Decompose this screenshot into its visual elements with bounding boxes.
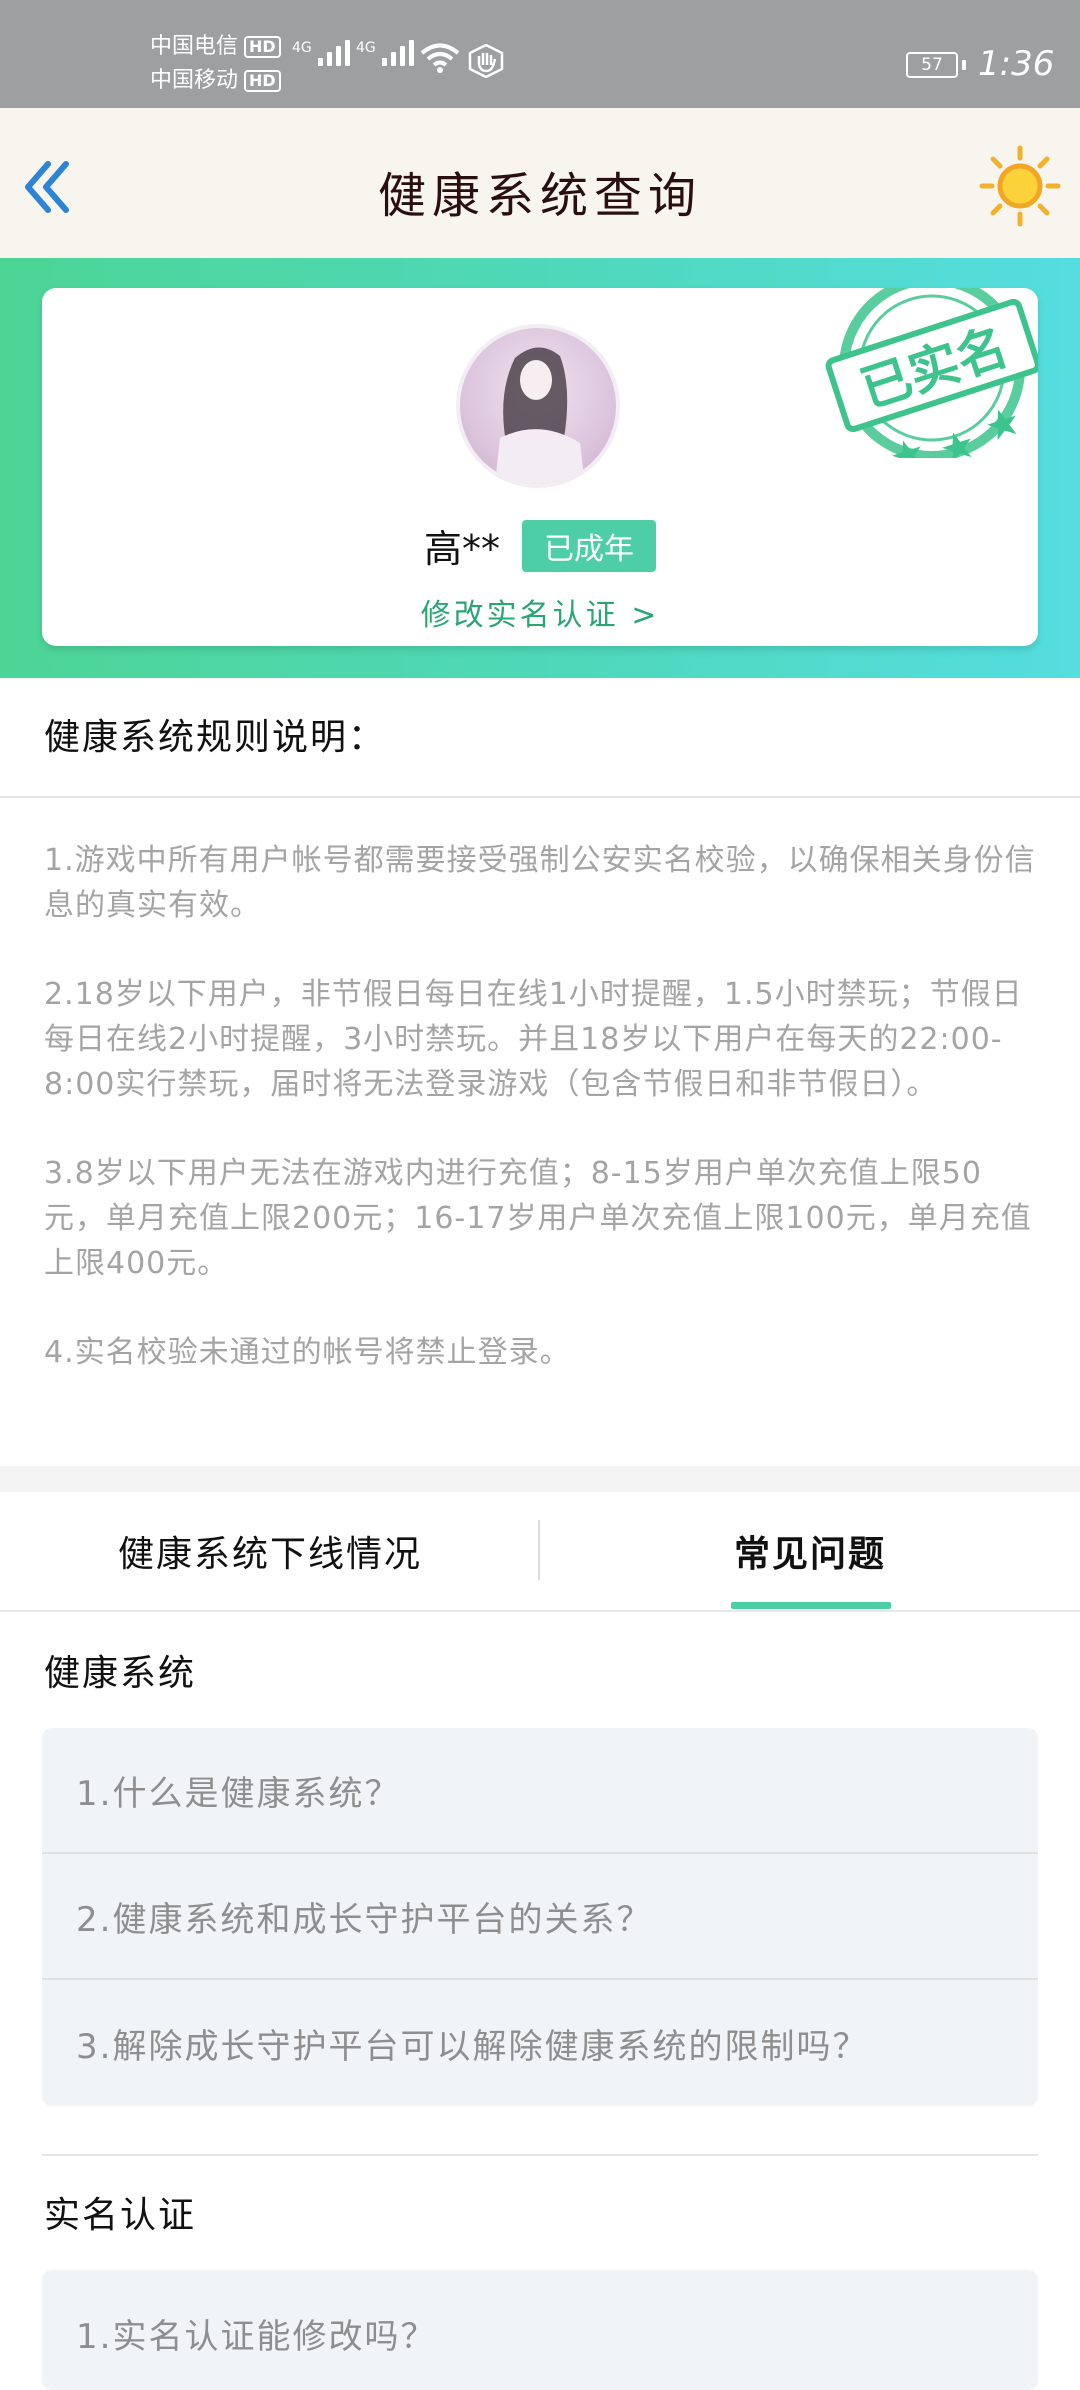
section-gap: [0, 1466, 1080, 1492]
faq-item[interactable]: 1.什么是健康系统？: [42, 1728, 1038, 1854]
faq-item[interactable]: 2.健康系统和成长守护平台的关系？: [42, 1854, 1038, 1980]
hand-icon: [468, 44, 504, 78]
adult-badge: 已成年: [522, 519, 656, 572]
network-type-1: 4G: [292, 40, 312, 56]
carrier-info: 中国电信 HD 中国移动 HD: [150, 30, 281, 98]
divider: [0, 796, 1080, 798]
faq-list-realname: 1.实名认证能修改吗？: [42, 2270, 1038, 2390]
carrier-2: 中国移动: [150, 68, 239, 93]
hd-badge-1: HD: [244, 36, 281, 58]
rule-item: 4.实名校验未通过的帐号将禁止登录。: [44, 1335, 571, 1370]
modify-realname-link[interactable]: 修改实名认证 >: [42, 590, 1038, 634]
profile-card: 已实名 高** 已成年 修改实名认证 >: [42, 288, 1038, 646]
avatar: [456, 324, 620, 488]
battery-tip: [962, 60, 966, 70]
network-type-2: 4G: [356, 40, 376, 56]
status-time: 1:36: [978, 44, 1055, 84]
page-title: 健康系统查询: [377, 168, 702, 224]
tab-offline-status[interactable]: 健康系统下线情况: [0, 1492, 540, 1610]
faq-section-title-realname: 实名认证: [44, 2195, 197, 2236]
profile-banner: 已实名 高** 已成年 修改实名认证 >: [0, 258, 1080, 678]
rule-item: 3.8岁以下用户无法在游戏内进行充值；8-15岁用户单次充值上限50元，单月充值…: [44, 1156, 1032, 1281]
verified-stamp: 已实名: [825, 288, 1038, 458]
faq-item[interactable]: 3.解除成长守护平台可以解除健康系统的限制吗？: [42, 1980, 1038, 2106]
rules-list: 1.游戏中所有用户帐号都需要接受强制公安实名校验，以确保相关身份信息的真实有效。…: [44, 838, 1040, 1419]
rules-title: 健康系统规则说明：: [44, 717, 387, 758]
tab-faq[interactable]: 常见问题: [540, 1492, 1080, 1610]
hd-badge-2: HD: [244, 70, 281, 92]
status-bar: 中国电信 HD 中国移动 HD 4G 4G 57 1:36: [0, 0, 1080, 108]
signal-icon-2: 4G: [356, 40, 414, 66]
sun-icon[interactable]: [978, 144, 1062, 228]
wifi-icon: [420, 43, 460, 73]
faq-item[interactable]: 1.实名认证能修改吗？: [42, 2270, 1038, 2390]
rule-item: 1.游戏中所有用户帐号都需要接受强制公安实名校验，以确保相关身份信息的真实有效。: [44, 843, 1036, 923]
faq-list-health: 1.什么是健康系统？ 2.健康系统和成长守护平台的关系？ 3.解除成长守护平台可…: [42, 1728, 1038, 2106]
profile-name-row: 高** 已成年: [42, 518, 1038, 573]
active-tab-indicator: [731, 1602, 891, 1609]
battery-icon: 57: [906, 52, 958, 78]
tab-bar: 健康系统下线情况 常见问题: [0, 1492, 1080, 1612]
app-header: 健康系统查询: [0, 108, 1080, 258]
rule-item: 2.18岁以下用户，非节假日每日在线1小时提醒，1.5小时禁玩；节假日每日在线2…: [44, 977, 1023, 1102]
divider: [42, 2154, 1038, 2156]
user-name: 高**: [423, 527, 500, 571]
faq-section-title-health: 健康系统: [44, 1653, 197, 1694]
signal-icon-1: 4G: [292, 40, 350, 66]
carrier-1: 中国电信: [150, 34, 239, 59]
